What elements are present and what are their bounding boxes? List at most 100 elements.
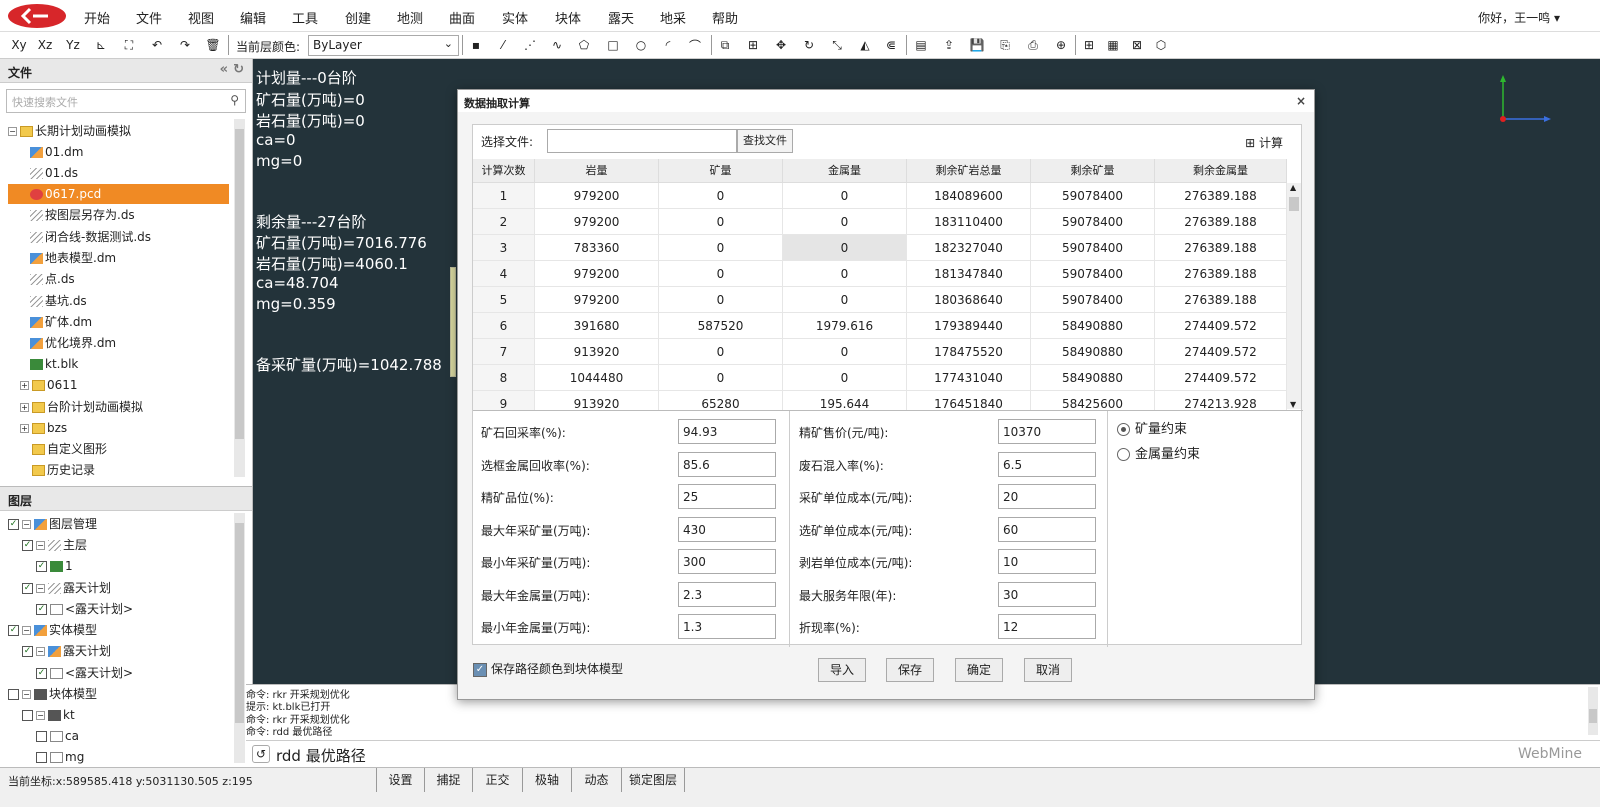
layer-row[interactable]: ca [36, 726, 79, 746]
tree-folder[interactable]: + bzs [20, 418, 67, 438]
layer-row[interactable]: ✓ − 露天计划 [22, 578, 111, 598]
table-cell[interactable]: 0 [659, 339, 783, 365]
table-cell[interactable]: 276389.188 [1155, 287, 1287, 313]
menu-create[interactable]: 创建 [345, 8, 371, 27]
layers-scroll-thumb[interactable] [235, 523, 244, 723]
move-icon[interactable]: ✥ [770, 35, 792, 55]
command-history-icon[interactable]: ↺ [252, 745, 270, 763]
table-cell[interactable]: 913920 [535, 391, 659, 410]
table-cell[interactable]: 1 [473, 183, 535, 209]
menu-solid[interactable]: 实体 [502, 8, 528, 27]
user-menu[interactable]: 你好，王一鸣 ▾ [1478, 9, 1560, 26]
table-cell[interactable]: 6 [473, 313, 535, 339]
scale-icon[interactable]: ⤡ [826, 35, 848, 55]
checkbox[interactable]: ✓ [36, 604, 47, 615]
copy-icon[interactable]: ⧉ [714, 35, 736, 55]
param-input[interactable]: 2.3 [678, 581, 776, 607]
table-cell[interactable]: 182327040 [907, 235, 1031, 261]
ore-constraint-radio[interactable]: 矿量约束 [1117, 418, 1187, 437]
upload-icon[interactable]: ⇪ [938, 35, 960, 55]
save-as-icon[interactable]: ⎘ [994, 35, 1016, 55]
command-scroll-thumb[interactable] [1589, 709, 1597, 723]
checkbox[interactable]: ✓ [22, 540, 33, 551]
confirm-button[interactable]: 确定 [955, 658, 1003, 682]
layer-row[interactable]: mg [36, 747, 84, 767]
lock-layer-button[interactable]: 锁定图层 [621, 768, 685, 792]
rotate-icon[interactable]: ↻ [798, 35, 820, 55]
tree-folder[interactable]: 自定义图形 [32, 439, 107, 459]
checkbox-checked[interactable]: ✓ [473, 662, 487, 677]
param-input[interactable]: 20 [998, 484, 1096, 509]
axis-icon[interactable]: ⊾ [90, 35, 112, 55]
table-cell[interactable]: 179389440 [907, 313, 1031, 339]
param-input[interactable]: 1.3 [678, 614, 776, 639]
table-cell[interactable]: 0 [659, 209, 783, 235]
tree-folder-long-plan[interactable]: − 长期计划动画模拟 [8, 121, 131, 141]
table-cell[interactable]: 195.644 [783, 391, 907, 410]
table-cell[interactable]: 59078400 [1031, 183, 1155, 209]
table-cell[interactable]: 59078400 [1031, 209, 1155, 235]
column-header[interactable]: 剩余矿量 [1031, 159, 1155, 183]
find-file-button[interactable]: 查找文件 [737, 129, 793, 153]
table-cell[interactable]: 7 [473, 339, 535, 365]
snap-button[interactable]: 捕捉 [424, 768, 472, 792]
dynamic-button[interactable]: 动态 [571, 768, 621, 792]
file-path-input[interactable] [547, 129, 737, 153]
settings-button[interactable]: 设置 [376, 768, 424, 792]
grid-icon[interactable]: ⊞ [1078, 35, 1100, 55]
delete-icon[interactable]: 🗑 [202, 35, 224, 55]
table-cell[interactable]: 276389.188 [1155, 209, 1287, 235]
table-cell[interactable]: 178475520 [907, 339, 1031, 365]
point-icon[interactable]: ▪ [465, 35, 487, 55]
layer-row[interactable]: ✓ <露天计划> [36, 599, 133, 619]
target-icon[interactable]: ⊕ [1050, 35, 1072, 55]
refresh-icon[interactable]: ↻ [233, 62, 244, 77]
menu-start[interactable]: 开始 [84, 8, 110, 27]
tree-file[interactable]: 优化境界.dm [30, 333, 116, 353]
tree-file[interactable]: 闭合线-数据测试.ds [30, 227, 151, 247]
table-cell[interactable]: 184089600 [907, 183, 1031, 209]
checkbox[interactable] [36, 731, 47, 742]
layer-row[interactable]: ✓ − 主层 [22, 535, 87, 555]
checkbox[interactable]: ✓ [36, 668, 47, 679]
menu-block[interactable]: 块体 [555, 8, 581, 27]
close-box-icon[interactable]: ⊠ [1126, 35, 1148, 55]
layers-scrollbar[interactable] [234, 513, 245, 763]
tree-folder[interactable]: + 台阶计划动画模拟 [20, 397, 143, 417]
menu-edit[interactable]: 编辑 [240, 8, 266, 27]
table-scrollbar[interactable]: ▲ ▼ [1287, 183, 1301, 409]
table-cell[interactable]: 0 [783, 183, 907, 209]
table-cell[interactable]: 0 [659, 183, 783, 209]
view-xz-button[interactable]: Xz [34, 35, 56, 55]
expand-icon[interactable]: − [36, 647, 45, 656]
ortho-button[interactable]: 正交 [472, 768, 522, 792]
table-cell[interactable]: 391680 [535, 313, 659, 339]
view-xy-button[interactable]: Xy [8, 35, 30, 55]
save-button[interactable]: 保存 [886, 658, 934, 682]
table-cell[interactable]: 59078400 [1031, 235, 1155, 261]
tree-file[interactable]: 按图层另存为.ds [30, 205, 135, 225]
radio-unselected[interactable] [1117, 448, 1130, 461]
param-input[interactable]: 94.93 [678, 419, 776, 444]
checkbox[interactable]: ✓ [22, 583, 33, 594]
expand-icon[interactable]: − [22, 626, 31, 635]
table-cell[interactable]: 274409.572 [1155, 365, 1287, 391]
table-cell[interactable]: 176451840 [907, 391, 1031, 410]
param-input[interactable]: 430 [678, 516, 776, 542]
mirror-icon[interactable]: ◭ [854, 35, 876, 55]
tree-folder[interactable]: 历史记录 [32, 460, 95, 480]
param-input[interactable]: 60 [998, 516, 1096, 542]
expand-icon[interactable]: + [20, 381, 29, 390]
expand-icon[interactable]: + [20, 403, 29, 412]
table-cell[interactable]: 2 [473, 209, 535, 235]
tree-file[interactable]: 矿体.dm [30, 312, 92, 332]
expand-icon[interactable]: − [22, 690, 31, 699]
table-cell[interactable]: 183110400 [907, 209, 1031, 235]
menu-tools[interactable]: 工具 [292, 8, 318, 27]
table-cell[interactable]: 274409.572 [1155, 339, 1287, 365]
trim-icon[interactable]: ⋐ [880, 35, 902, 55]
table-cell[interactable]: 0 [659, 365, 783, 391]
expand-icon[interactable]: − [36, 541, 45, 550]
checkbox[interactable]: ✓ [22, 646, 33, 657]
table-cell[interactable]: 58425600 [1031, 391, 1155, 410]
